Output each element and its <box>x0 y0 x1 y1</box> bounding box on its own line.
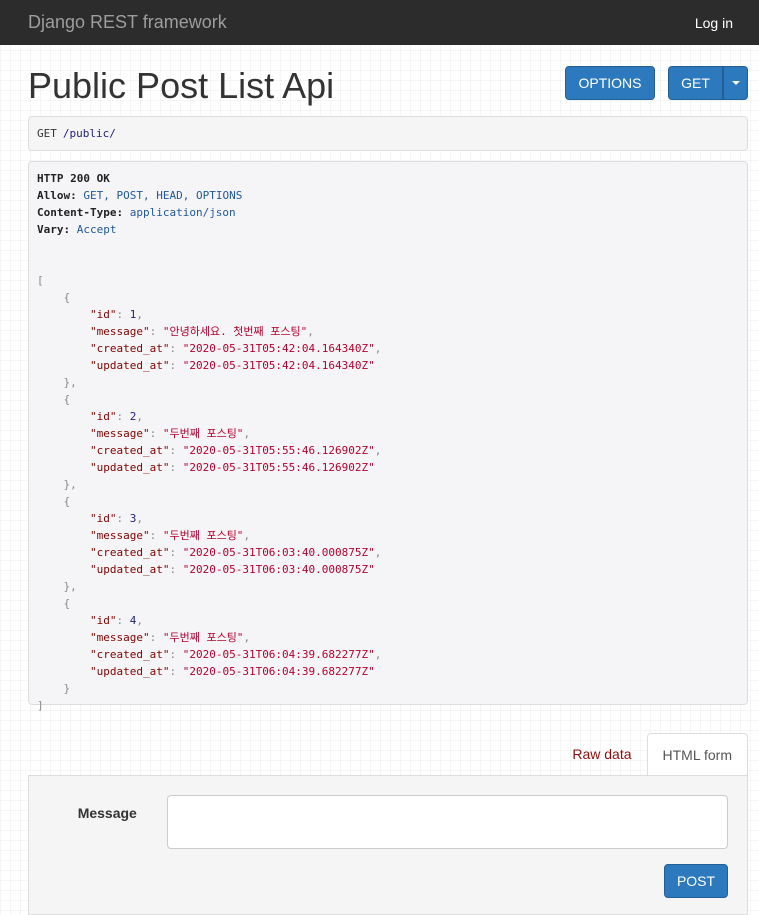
json-key: "message" <box>89 325 150 338</box>
request-info: GET/public/ <box>28 116 748 151</box>
json-key: "updated_at" <box>89 665 170 678</box>
json-colon: : <box>149 427 163 440</box>
json-key: "id" <box>89 512 117 525</box>
header-name: Content-Type: <box>37 206 124 219</box>
json-colon: : <box>116 410 130 423</box>
json-colon: : <box>116 614 130 627</box>
json-colon: : <box>169 461 183 474</box>
tab-raw-data[interactable]: Raw data <box>557 733 646 775</box>
json-value: "2020-05-31T06:04:39.682277Z" <box>182 648 375 661</box>
main-content: Public Post List Api OPTIONS GET GET/pub… <box>0 66 759 915</box>
action-buttons: OPTIONS GET <box>565 66 748 100</box>
json-key: "id" <box>89 614 117 627</box>
json-comma: , <box>136 410 143 423</box>
options-button[interactable]: OPTIONS <box>565 66 655 100</box>
json-value: "두번째 포스팅" <box>162 529 244 542</box>
json-key: "id" <box>89 410 117 423</box>
html-form-panel: Message POST <box>28 775 748 915</box>
response-status: HTTP 200 OK <box>37 172 110 185</box>
get-button[interactable]: GET <box>668 66 723 100</box>
navbar: Django REST framework Log in <box>0 0 759 45</box>
json-key: "created_at" <box>89 648 170 661</box>
json-colon: : <box>149 529 163 542</box>
header-row: Public Post List Api OPTIONS GET <box>28 66 748 116</box>
json-comma: , <box>243 427 251 440</box>
header-value: GET, POST, HEAD, OPTIONS <box>83 189 243 202</box>
json-brace: }, <box>63 580 77 593</box>
json-value: "안녕하세요. 첫번째 포스팅" <box>162 325 308 338</box>
form-tabs: Raw data HTML form <box>28 733 748 775</box>
json-colon: : <box>169 665 183 678</box>
json-key: "message" <box>89 529 150 542</box>
caret-down-icon <box>731 81 740 85</box>
json-comma: , <box>307 325 314 338</box>
message-form-row: Message <box>29 795 728 849</box>
tab-html-form[interactable]: HTML form <box>646 733 748 775</box>
header-name: Vary: <box>37 223 71 236</box>
json-value: "2020-05-31T06:03:40.000875Z" <box>182 563 375 576</box>
request-path: /public/ <box>62 127 116 140</box>
json-comma: , <box>374 546 382 559</box>
response-body: HTTP 200 OK Allow: GET, POST, HEAD, OPTI… <box>28 161 748 712</box>
json-value: "2020-05-31T05:55:46.126902Z" <box>182 444 375 457</box>
json-brace: }, <box>63 376 77 389</box>
json-comma: , <box>374 342 382 355</box>
page-title: Public Post List Api <box>28 65 335 106</box>
json-bracket: [ <box>37 274 44 287</box>
post-button[interactable]: POST <box>664 864 728 898</box>
get-button-group: GET <box>668 66 748 100</box>
json-colon: : <box>149 325 163 338</box>
json-value: "두번째 포스팅" <box>162 631 244 644</box>
json-comma: , <box>243 529 251 542</box>
json-bracket: ] <box>37 699 44 712</box>
json-colon: : <box>149 631 163 644</box>
json-colon: : <box>169 342 183 355</box>
json-key: "updated_at" <box>89 563 170 576</box>
message-textarea[interactable] <box>166 795 728 849</box>
json-comma: , <box>374 444 382 457</box>
json-brace: } <box>63 682 71 695</box>
request-method: GET <box>37 127 57 140</box>
header-value: Accept <box>76 223 117 236</box>
json-key: "created_at" <box>89 444 170 457</box>
message-label: Message <box>77 805 137 821</box>
json-comma: , <box>374 648 382 661</box>
json-value: "2020-05-31T05:42:04.164340Z" <box>182 359 375 372</box>
json-value: "2020-05-31T06:04:39.682277Z" <box>182 665 375 678</box>
json-comma: , <box>136 512 143 525</box>
get-format-dropdown[interactable] <box>723 66 748 100</box>
header-name: Allow: <box>37 189 77 202</box>
json-comma: , <box>136 308 143 321</box>
json-colon: : <box>169 359 183 372</box>
json-value: "2020-05-31T05:42:04.164340Z" <box>182 342 375 355</box>
json-key: "created_at" <box>89 546 170 559</box>
json-key: "created_at" <box>89 342 170 355</box>
json-colon: : <box>116 308 130 321</box>
header-value: application/json <box>129 206 236 219</box>
json-brace: { <box>63 495 71 508</box>
json-value: "두번째 포스팅" <box>162 427 244 440</box>
json-colon: : <box>116 512 130 525</box>
post-button-wrap: POST <box>29 864 728 898</box>
json-colon: : <box>169 648 183 661</box>
json-value: "2020-05-31T05:55:46.126902Z" <box>182 461 375 474</box>
json-key: "message" <box>89 427 150 440</box>
json-key: "id" <box>89 308 117 321</box>
json-brace: { <box>63 291 71 304</box>
login-link[interactable]: Log in <box>695 15 733 31</box>
json-value: "2020-05-31T06:03:40.000875Z" <box>182 546 375 559</box>
json-brace: { <box>63 393 71 406</box>
json-key: "updated_at" <box>89 461 170 474</box>
json-key: "message" <box>89 631 150 644</box>
json-colon: : <box>169 563 183 576</box>
json-comma: , <box>136 614 143 627</box>
json-key: "updated_at" <box>89 359 170 372</box>
json-brace: }, <box>63 478 77 491</box>
json-colon: : <box>169 546 183 559</box>
json-brace: { <box>63 597 71 610</box>
brand-link[interactable]: Django REST framework <box>28 12 227 33</box>
json-comma: , <box>243 631 251 644</box>
json-colon: : <box>169 444 183 457</box>
